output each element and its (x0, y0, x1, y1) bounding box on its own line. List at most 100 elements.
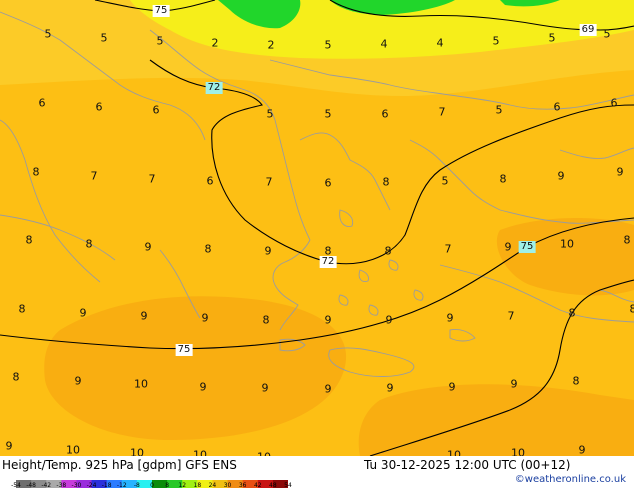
temperature-value: 2 (268, 40, 275, 51)
temperature-value: 9 (265, 246, 272, 257)
contour-label: 75 (176, 344, 193, 356)
temperature-value: 4 (381, 39, 388, 50)
color-scale-tick: -42 (41, 483, 51, 489)
temperature-value: 5 (496, 105, 503, 116)
temperature-value: 5 (267, 109, 274, 120)
color-scale-tick: 54 (284, 483, 292, 489)
temperature-value: 6 (153, 105, 160, 116)
contour-label: 75 (153, 5, 170, 17)
temperature-value: 9 (387, 383, 394, 394)
temperature-value: 7 (439, 107, 446, 118)
temperature-value: 9 (447, 313, 454, 324)
temperature-value: 9 (262, 383, 269, 394)
temperature-value: 9 (200, 382, 207, 393)
temperature-value: 9 (617, 167, 624, 178)
temperature-value: 9 (511, 379, 518, 390)
contour-label: 72 (320, 256, 337, 268)
temperature-value: 8 (19, 304, 26, 315)
temperature-value: 9 (386, 315, 393, 326)
temperature-value: 8 (325, 246, 332, 257)
temperature-field-warm (359, 384, 634, 456)
color-scale-tick: -12 (117, 483, 127, 489)
map-background (0, 0, 634, 456)
color-scale-tick: -30 (72, 483, 82, 489)
temperature-value: 8 (13, 372, 20, 383)
temperature-value: 7 (149, 174, 156, 185)
temperature-value: 6 (39, 98, 46, 109)
color-scale-tick: -8 (134, 483, 140, 489)
temperature-value: 8 (385, 246, 392, 257)
temperature-value: 5 (325, 40, 332, 51)
color-scale-tick: -38 (56, 483, 66, 489)
contour-label: 72 (206, 82, 223, 94)
temperature-value: 5 (549, 33, 556, 44)
temperature-value: 6 (325, 178, 332, 189)
temperature-value: 6 (207, 176, 214, 187)
weather-map: 5552254455566655675668776768589988989887… (0, 0, 634, 456)
color-scale-tick: 0 (150, 483, 154, 489)
temperature-value: 7 (266, 177, 273, 188)
temperature-value: 9 (202, 313, 209, 324)
map-title: Height/Temp. 925 hPa [gdpm] GFS ENS (2, 459, 237, 471)
temperature-value: 4 (437, 38, 444, 49)
color-scale-tick: 24 (209, 483, 217, 489)
temperature-value: 9 (80, 308, 87, 319)
temperature-value: 9 (449, 382, 456, 393)
color-scale-bar (16, 473, 288, 481)
temperature-value: 6 (382, 109, 389, 120)
color-scale-tick: -48 (26, 483, 36, 489)
temperature-value: 9 (75, 376, 82, 387)
temperature-value: 9 (6, 441, 13, 452)
temperature-value: 8 (86, 239, 93, 250)
temperature-value: 8 (263, 315, 270, 326)
temperature-value: 5 (325, 109, 332, 120)
contour-label: 69 (580, 24, 597, 36)
temperature-value: 6 (554, 102, 561, 113)
temperature-value: 5 (45, 29, 52, 40)
temperature-value: 5 (604, 29, 611, 40)
temperature-value: 2 (212, 38, 219, 49)
credit-link[interactable]: ©weatheronline.co.uk (515, 475, 626, 485)
temperature-value: 8 (26, 235, 33, 246)
temperature-value: 10 (66, 445, 80, 456)
temperature-value: 7 (445, 244, 452, 255)
color-scale-tick: 8 (165, 483, 169, 489)
color-scale-tick: -54 (11, 483, 21, 489)
temperature-value: 8 (630, 304, 634, 315)
color-scale-tick: 42 (254, 483, 262, 489)
color-scale-tick: -18 (102, 483, 112, 489)
temperature-value: 8 (624, 235, 631, 246)
color-scale-tick: 30 (224, 483, 232, 489)
temperature-value: 8 (33, 167, 40, 178)
temperature-value: 8 (205, 244, 212, 255)
temperature-value: 5 (442, 176, 449, 187)
contour-label: 75 (519, 241, 536, 253)
temperature-value: 8 (383, 177, 390, 188)
temperature-value: 7 (91, 171, 98, 182)
temperature-value: 10 (560, 239, 574, 250)
temperature-value: 10 (134, 379, 148, 390)
temperature-value: 9 (558, 171, 565, 182)
temperature-value: 8 (500, 174, 507, 185)
temperature-value: 5 (157, 36, 164, 47)
valid-time: Tu 30-12-2025 12:00 UTC (00+12) (364, 459, 570, 471)
color-scale-tick: 18 (194, 483, 202, 489)
temperature-value: 6 (611, 98, 618, 109)
temperature-value: 6 (96, 102, 103, 113)
map-footer: Height/Temp. 925 hPa [gdpm] GFS ENS Tu 3… (0, 456, 634, 490)
temperature-value: 5 (493, 36, 500, 47)
temperature-value: 9 (145, 242, 152, 253)
temperature-value: 10 (511, 448, 525, 457)
temperature-value: 9 (579, 445, 586, 456)
temperature-value: 9 (141, 311, 148, 322)
color-scale-tick: 48 (269, 483, 277, 489)
color-scale-tick: 36 (239, 483, 247, 489)
temperature-value: 8 (569, 308, 576, 319)
temperature-value: 10 (130, 448, 144, 457)
temperature-value: 9 (505, 242, 512, 253)
color-scale-tick: 12 (178, 483, 186, 489)
color-scale-tick: -24 (87, 483, 97, 489)
temperature-value: 9 (325, 384, 332, 395)
temperature-value: 5 (101, 33, 108, 44)
temperature-value: 9 (325, 315, 332, 326)
